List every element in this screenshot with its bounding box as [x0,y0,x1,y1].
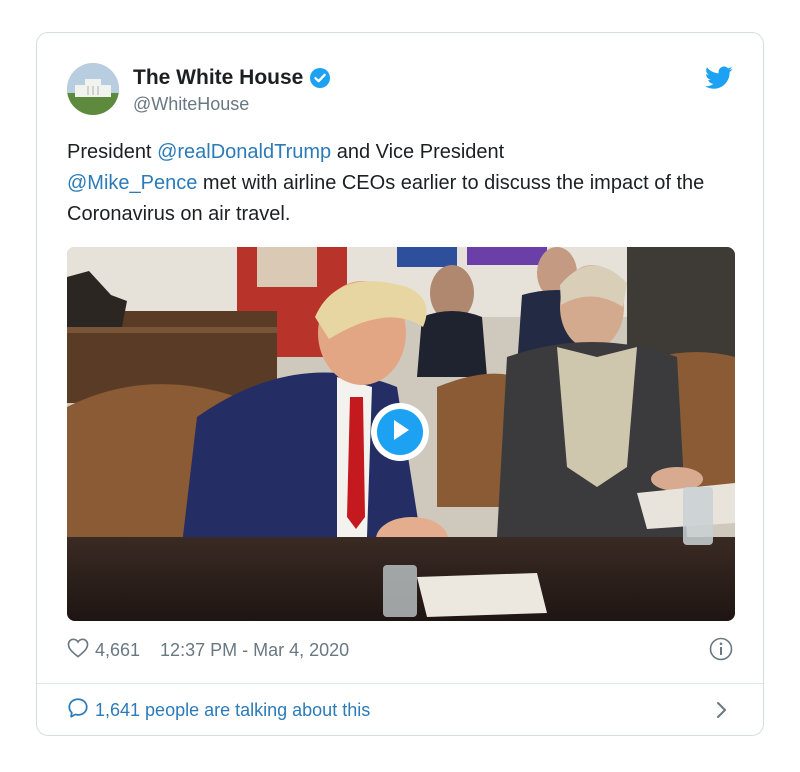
verified-badge-icon [309,67,331,89]
author-handle[interactable]: @WhiteHouse [133,94,249,115]
video-thumbnail[interactable] [67,247,735,621]
mention-link-realdonaldtrump[interactable]: @realDonaldTrump [157,141,331,163]
avatar[interactable] [67,63,119,115]
timestamp[interactable]: 12:37 PM - Mar 4, 2020 [160,640,349,661]
twitter-bird-icon[interactable] [705,66,733,90]
play-icon [389,418,411,447]
reply-bubble-icon [67,697,89,724]
chevron-right-icon[interactable] [715,700,729,720]
heart-icon[interactable] [67,638,89,663]
conversation-link[interactable]: 1,641 people are talking about this [67,697,370,724]
mention-link-mike-pence[interactable]: @Mike_Pence [67,172,197,194]
talking-count-label[interactable]: 1,641 people are talking about this [95,700,370,721]
author-name[interactable]: The White House [133,66,303,90]
play-button[interactable] [371,403,429,461]
info-icon[interactable] [709,637,733,661]
divider [37,683,763,684]
like-count[interactable]: 4,661 [95,640,140,661]
tweet-text: President @realDonaldTrump and Vice Pres… [67,137,707,230]
tweet-text-part: and Vice President [331,141,505,163]
tweet-text-part: President [67,141,158,163]
tweet-card[interactable]: The White House @WhiteHouse President @r… [36,32,764,736]
